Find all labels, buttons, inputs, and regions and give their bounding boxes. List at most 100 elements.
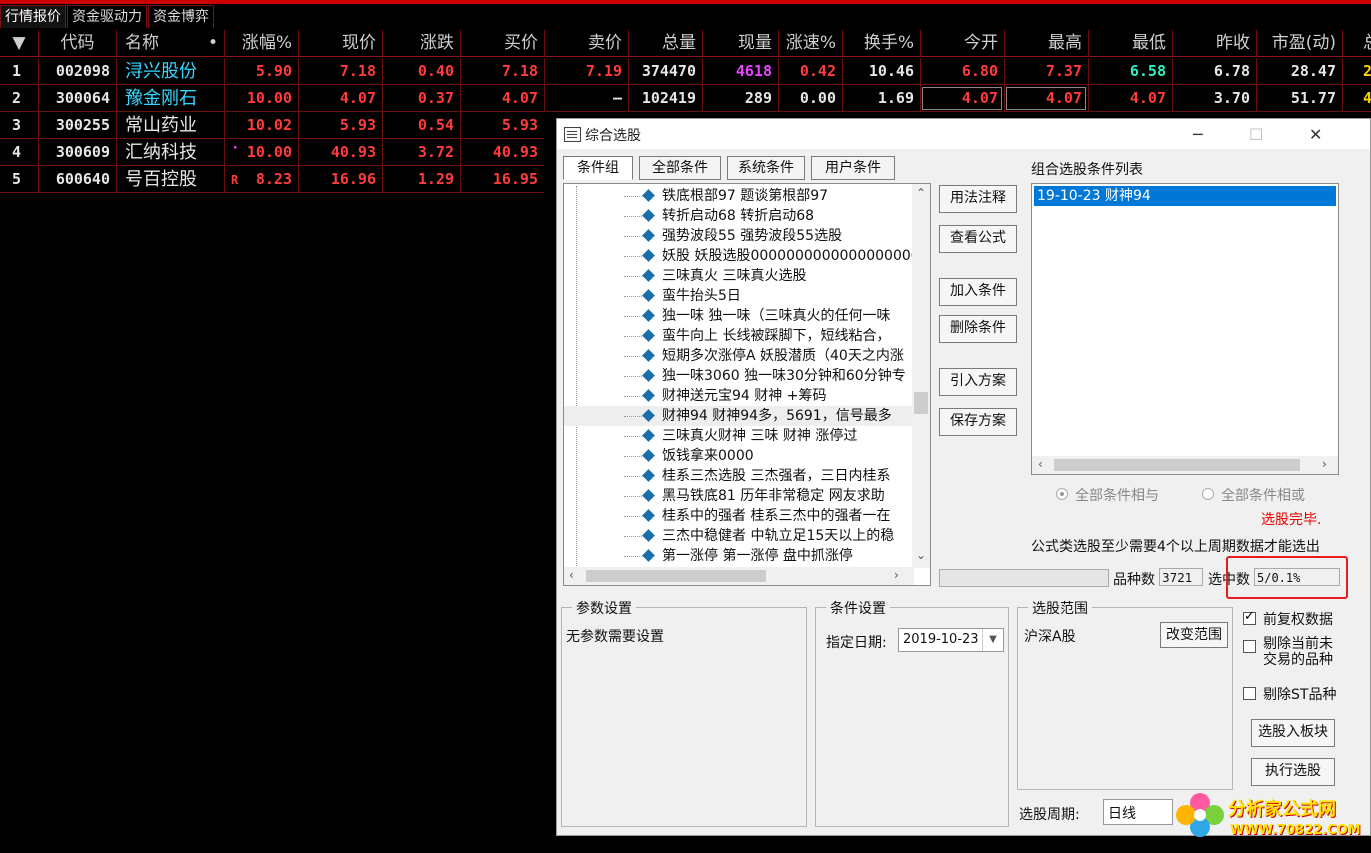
- col-high[interactable]: 最高: [1004, 30, 1088, 57]
- list-item[interactable]: 饭钱拿来0000: [564, 446, 912, 466]
- col-diff[interactable]: 涨跌: [382, 30, 460, 57]
- list-item[interactable]: 独一味3060 独一味30分钟和60分钟专: [564, 366, 912, 386]
- sort-arrow-icon[interactable]: ▼: [0, 30, 38, 57]
- col-price[interactable]: 现价: [298, 30, 382, 57]
- condition-tree[interactable]: 铁底根部97 题谈第根部97 转折启动68 转折启动68 强势波段55 强势波段55…: [563, 183, 931, 586]
- col-code[interactable]: 代码: [38, 30, 116, 57]
- add-condition-button[interactable]: 加入条件: [939, 278, 1017, 306]
- list-item[interactable]: 蛮牛向上 长线被踩脚下，短线粘合，: [564, 326, 912, 346]
- flag-r: R: [231, 173, 239, 187]
- cell-speed: 0.00: [778, 85, 842, 112]
- list-item[interactable]: 财神94 财神94多，5691，信号最多: [564, 406, 912, 426]
- maximize-icon[interactable]: ☐: [1249, 125, 1263, 144]
- combo-condition-list[interactable]: 19-10-23 财神94 ‹ ›: [1031, 183, 1339, 475]
- date-picker[interactable]: 2019-10-23 ▼: [898, 628, 1004, 652]
- import-plan-button[interactable]: 引入方案: [939, 368, 1017, 396]
- list-item[interactable]: 蛮牛抬头5日: [564, 286, 912, 306]
- radio-all-and[interactable]: [1056, 488, 1068, 500]
- combo-hscrollbar[interactable]: ‹ ›: [1032, 456, 1338, 474]
- tree-hscroll-thumb[interactable]: [586, 570, 766, 582]
- cell-diff: 3.72: [382, 139, 460, 166]
- stock-code: 300064: [38, 85, 116, 112]
- list-item[interactable]: 妖股 妖股选股00000000000000000000: [564, 246, 912, 266]
- tree-vscroll-thumb[interactable]: [914, 392, 928, 414]
- tab-user-conditions[interactable]: 用户条件: [811, 156, 895, 180]
- list-item[interactable]: 独一味 独一味（三味真火的任何一味: [564, 306, 912, 326]
- col-total[interactable]: 总: [1342, 30, 1371, 57]
- col-ask[interactable]: 卖价: [544, 30, 628, 57]
- tree-connector: [624, 516, 644, 517]
- col-pe[interactable]: 市盈(动): [1256, 30, 1342, 57]
- checkbox-exclude-suspended[interactable]: [1243, 640, 1256, 653]
- scroll-left-icon[interactable]: ‹: [569, 568, 574, 582]
- list-item[interactable]: 强势波段55 强势波段55选股: [564, 226, 912, 246]
- col-vol[interactable]: 总量: [628, 30, 702, 57]
- cell-turn: 1.69: [842, 85, 920, 112]
- tab-quotes[interactable]: 行情报价: [0, 5, 66, 28]
- tree-vscrollbar[interactable]: ⌃ ⌄: [912, 184, 930, 568]
- close-icon[interactable]: ✕: [1309, 125, 1322, 144]
- save-plan-button[interactable]: 保存方案: [939, 408, 1017, 436]
- dialog-titlebar[interactable]: 综合选股 ─ ☐ ✕: [557, 119, 1370, 149]
- col-prev[interactable]: 昨收: [1172, 30, 1256, 57]
- checkbox-forward-adjust[interactable]: [1243, 609, 1256, 625]
- table-row[interactable]: 1 002098 浔兴股份 5.90 7.18 0.40 7.18 7.19 3…: [0, 58, 1371, 85]
- period-select[interactable]: 日线: [1103, 799, 1173, 825]
- scroll-right-icon[interactable]: ›: [894, 568, 899, 582]
- col-low[interactable]: 最低: [1088, 30, 1172, 57]
- cell-open: 4.07: [920, 85, 1004, 112]
- top-red-line: [0, 0, 1371, 4]
- run-screening-button[interactable]: 执行选股: [1251, 758, 1335, 786]
- radio-all-or[interactable]: [1202, 488, 1214, 500]
- list-item[interactable]: 转折启动68 转折启动68: [564, 206, 912, 226]
- table-row[interactable]: 2 300064 豫金刚石 10.00 4.07 0.37 4.07 – 102…: [0, 85, 1371, 112]
- condition-diamond-icon: [642, 449, 655, 462]
- cell-ask: 7.19: [544, 58, 628, 85]
- tab-fund-drive[interactable]: 资金驱动力: [67, 5, 147, 28]
- scroll-up-icon[interactable]: ⌃: [916, 186, 926, 200]
- minimize-icon[interactable]: ─: [1193, 125, 1203, 144]
- period-label: 选股周期:: [1019, 807, 1080, 823]
- tab-all-conditions[interactable]: 全部条件: [639, 156, 721, 180]
- col-bid[interactable]: 买价: [460, 30, 544, 57]
- scroll-right-icon[interactable]: ›: [1322, 457, 1327, 471]
- col-chg[interactable]: 涨幅%: [224, 30, 298, 57]
- tree-item-label: 铁底根部97 题谈第根部97: [662, 188, 829, 204]
- list-item[interactable]: 三味真火 三味真火选股: [564, 266, 912, 286]
- col-speed[interactable]: 涨速%: [778, 30, 842, 57]
- list-item[interactable]: 19-10-23 财神94: [1034, 186, 1336, 206]
- list-item[interactable]: 三味真火财神 三味 财神 涨停过: [564, 426, 912, 446]
- chevron-down-icon[interactable]: ▼: [982, 629, 1003, 651]
- tree-hscrollbar[interactable]: ‹ ›: [564, 567, 914, 585]
- col-open[interactable]: 今开: [920, 30, 1004, 57]
- tab-system-conditions[interactable]: 系统条件: [727, 156, 805, 180]
- condition-diamond-icon: [642, 189, 655, 202]
- checkbox-exclude-st[interactable]: [1243, 687, 1256, 700]
- combo-hscroll-thumb[interactable]: [1054, 459, 1300, 471]
- usage-notes-button[interactable]: 用法注释: [939, 185, 1017, 213]
- view-formula-button[interactable]: 查看公式: [939, 225, 1017, 253]
- scroll-down-icon[interactable]: ⌄: [916, 548, 926, 562]
- list-item[interactable]: 桂系三杰选股 三杰强者，三日内桂系: [564, 466, 912, 486]
- col-name[interactable]: 名称 •: [116, 30, 224, 57]
- tree-item-label: 独一味 独一味（三味真火的任何一味: [662, 308, 891, 324]
- tab-condition-group[interactable]: 条件组: [563, 156, 633, 180]
- list-item[interactable]: 财神送元宝94 财神 +筹码: [564, 386, 912, 406]
- list-item[interactable]: 桂系中的强者 桂系三杰中的强者一在: [564, 506, 912, 526]
- delete-condition-button[interactable]: 删除条件: [939, 315, 1017, 343]
- col-turn[interactable]: 换手%: [842, 30, 920, 57]
- list-item[interactable]: 短期多次涨停A 妖股潜质（40天之内涨: [564, 346, 912, 366]
- tree-connector: [624, 356, 644, 357]
- change-range-button[interactable]: 改变范围: [1160, 622, 1228, 648]
- condition-diamond-icon: [642, 529, 655, 542]
- scroll-left-icon[interactable]: ‹: [1038, 457, 1043, 471]
- tree-items: 铁底根部97 题谈第根部97 转折启动68 转折启动68 强势波段55 强势波段55…: [564, 186, 912, 566]
- list-item[interactable]: 三杰中稳健者 中轨立足15天以上的稳: [564, 526, 912, 546]
- list-item[interactable]: 黑马铁底81 历年非常稳定 网友求助: [564, 486, 912, 506]
- col-cur[interactable]: 现量: [702, 30, 778, 57]
- tab-fund-game[interactable]: 资金博弈: [148, 5, 214, 28]
- list-item[interactable]: 铁底根部97 题谈第根部97: [564, 186, 912, 206]
- add-to-block-button[interactable]: 选股入板块: [1251, 719, 1335, 747]
- tree-item-label: 财神94 财神94多，5691，信号最多: [662, 408, 892, 424]
- list-item[interactable]: 第一涨停 第一涨停 盘中抓涨停: [564, 546, 912, 566]
